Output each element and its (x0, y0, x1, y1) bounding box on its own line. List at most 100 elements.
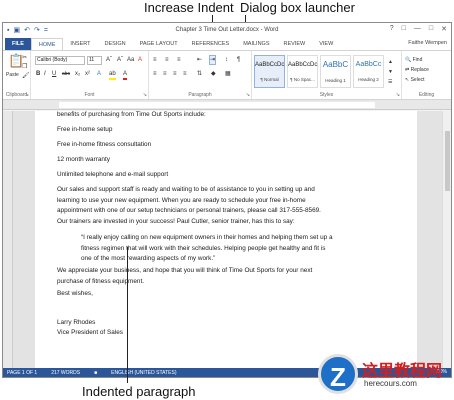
vertical-ruler[interactable] (3, 111, 13, 368)
watermark-text: 这里教程网 (362, 363, 443, 380)
style-heading-1[interactable]: AaBbC Heading 1 (320, 55, 351, 88)
line-spacing-icon[interactable]: ⇅ (197, 70, 202, 78)
align-right-icon[interactable]: ≡ (173, 70, 177, 78)
style-preview: AaBbCc (355, 61, 382, 68)
redo-icon[interactable]: ↷ (34, 26, 40, 34)
italic-button[interactable]: I (44, 70, 46, 78)
copy-icon[interactable]: ❐ (22, 63, 27, 71)
vertical-scrollbar[interactable] (442, 111, 451, 368)
font-family-select[interactable]: Calibri (Body) (35, 56, 85, 65)
paragraph-dialog-launcher-icon[interactable]: ↘ (246, 92, 250, 98)
style-name: ¶ No Spac... (290, 77, 315, 82)
style-normal[interactable]: AaBbCcDc ¶ Normal (254, 55, 285, 88)
tab-references[interactable]: REFERENCES (185, 38, 237, 50)
superscript-button[interactable]: x² (85, 70, 90, 78)
doc-paragraph[interactable]: Free in-home setup (57, 125, 337, 136)
select-label: Select (410, 77, 425, 83)
multilevel-list-icon[interactable]: ≡ (177, 56, 181, 64)
style-no-spacing[interactable]: AaBbCcDc ¶ No Spac... (287, 55, 318, 88)
clipboard-dialog-launcher-icon[interactable]: ↘ (25, 92, 29, 98)
quick-access-toolbar: ▪ ▣ ↶ ↷ = (3, 26, 48, 35)
doc-paragraph[interactable]: Best wishes, (57, 289, 337, 300)
text-effects-icon[interactable]: A (97, 70, 101, 78)
find-label: Find (412, 57, 423, 63)
proofing-icon[interactable]: ■ (94, 370, 97, 376)
doc-paragraph[interactable]: Larry Rhodes (57, 318, 337, 329)
find-button[interactable]: 🔍 Find (405, 56, 422, 64)
strikethrough-button[interactable]: abc (62, 70, 70, 78)
tab-review[interactable]: REVIEW (277, 38, 313, 50)
font-size-select[interactable]: 11 (87, 56, 102, 65)
font-dialog-launcher-icon[interactable]: ↘ (143, 92, 147, 98)
select-button[interactable]: ↖ Select (405, 76, 425, 84)
bullets-icon[interactable]: ≡ (153, 56, 157, 64)
paste-label[interactable]: Paste (6, 71, 19, 79)
indented-paragraph[interactable]: “I really enjoy calling on new equipment… (81, 233, 333, 265)
doc-paragraph[interactable]: benefits of purchasing from Time Out Spo… (57, 110, 337, 121)
group-font: Calibri (Body) 11 Aˆ Aˇ Aa A B I U abc x… (31, 51, 149, 99)
styles-dialog-launcher-icon[interactable]: ↘ (396, 92, 400, 98)
window-controls: ? □ — □ ✕ (390, 25, 447, 33)
doc-paragraph[interactable]: Vice President of Sales (57, 328, 337, 339)
tab-view[interactable]: VIEW (312, 38, 340, 50)
bold-button[interactable]: B (36, 70, 40, 78)
user-name[interactable]: Faithe Wempen (408, 40, 447, 46)
sort-icon[interactable]: ↕ (225, 56, 228, 64)
tab-file[interactable]: FILE (5, 38, 31, 50)
styles-more-icon[interactable]: ▲ ▼ ☰ (388, 57, 393, 87)
tab-design[interactable]: DESIGN (98, 38, 133, 50)
justify-icon[interactable]: ≡ (183, 70, 187, 78)
doc-paragraph[interactable]: Unlimited telephone and e-mail support (57, 170, 337, 181)
customize-qat-icon[interactable]: = (44, 27, 48, 34)
maximize-icon[interactable]: □ (429, 25, 433, 33)
doc-paragraph[interactable]: Our trainers are invested in your succes… (57, 217, 337, 228)
doc-paragraph[interactable]: 12 month warranty (57, 155, 337, 166)
style-name: Heading 2 (358, 77, 379, 82)
group-paragraph: ≡ ≡ ≡ ⇤ ⇥ ↕ ¶ ≡ ≡ ≡ ≡ ⇅ ◆ ▦ Paragraph ↘ (149, 51, 252, 99)
editing-group-label: Editing (418, 92, 435, 98)
undo-icon[interactable]: ↶ (24, 26, 30, 34)
tab-insert[interactable]: INSERT (63, 38, 97, 50)
shrink-font-icon[interactable]: Aˇ (117, 56, 123, 64)
grow-font-icon[interactable]: Aˆ (106, 56, 112, 64)
font-color-icon[interactable]: A (123, 70, 128, 80)
tab-home[interactable]: HOME (30, 38, 64, 50)
numbering-icon[interactable]: ≡ (165, 56, 169, 64)
replace-button[interactable]: ⇄ Replace (405, 66, 429, 74)
help-icon[interactable]: ? (390, 25, 394, 33)
increase-indent-icon[interactable]: ⇥ (208, 55, 217, 65)
align-left-icon[interactable]: ≡ (153, 70, 157, 78)
font-group-label: Font (84, 92, 95, 98)
callout-indented-paragraph: Indented paragraph (82, 384, 196, 399)
decrease-indent-icon[interactable]: ⇤ (197, 56, 202, 64)
change-case-icon[interactable]: Aa (127, 56, 134, 64)
tab-mailings[interactable]: MAILINGS (236, 38, 276, 50)
replace-label: Replace (410, 67, 429, 73)
style-heading-2[interactable]: AaBbCc Heading 2 (353, 55, 384, 88)
close-icon[interactable]: ✕ (441, 25, 447, 33)
ribbon-display-icon[interactable]: □ (402, 25, 406, 33)
minimize-icon[interactable]: — (414, 25, 421, 33)
doc-paragraph[interactable]: Free in-home fitness consultation (57, 140, 337, 151)
status-page[interactable]: PAGE 1 OF 1 (7, 370, 37, 376)
show-hide-icon[interactable]: ¶ (237, 56, 240, 64)
underline-button[interactable]: U (52, 70, 56, 78)
doc-paragraph[interactable]: We appreciate your business, and hope th… (57, 266, 337, 287)
clear-formatting-icon[interactable]: A (138, 56, 142, 64)
center-icon[interactable]: ≡ (163, 70, 167, 78)
highlight-icon[interactable]: ab (109, 70, 116, 80)
status-words[interactable]: 217 WORDS (51, 370, 80, 376)
doc-paragraph[interactable]: Our sales and support staff is ready and… (57, 185, 337, 217)
borders-icon[interactable]: ▦ (225, 70, 231, 78)
callout-line-indented-paragraph (127, 247, 128, 383)
horizontal-ruler[interactable] (3, 100, 451, 110)
style-name: Heading 1 (325, 78, 346, 83)
subscript-button[interactable]: x₂ (75, 70, 80, 78)
status-language[interactable]: ENGLISH (UNITED STATES) (111, 370, 176, 376)
shading-icon[interactable]: ◆ (211, 70, 216, 78)
save-icon[interactable]: ▣ (13, 26, 20, 34)
tab-page-layout[interactable]: PAGE LAYOUT (133, 38, 185, 50)
format-painter-icon[interactable]: 🖌 (22, 72, 30, 80)
scrollbar-thumb[interactable] (445, 131, 450, 191)
cut-icon[interactable]: ✂ (22, 54, 27, 62)
